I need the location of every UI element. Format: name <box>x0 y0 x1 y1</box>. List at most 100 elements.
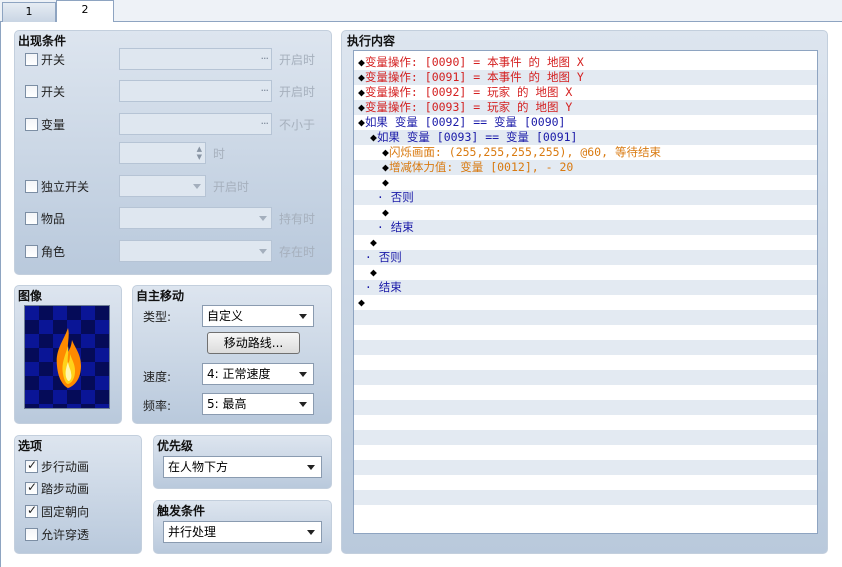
command-line[interactable] <box>354 370 817 385</box>
checkbox-box[interactable] <box>25 503 38 518</box>
tab-page-2[interactable]: 2 <box>56 0 114 23</box>
command-line[interactable]: ◆增减体力值: 变量 [0012], - 20 <box>354 160 817 175</box>
checkbox-box[interactable] <box>25 527 38 541</box>
tab-page-1[interactable]: 1 <box>2 2 56 22</box>
command-line[interactable] <box>354 325 817 340</box>
command-line[interactable] <box>354 415 817 430</box>
command-line[interactable]: ◆ <box>354 265 817 280</box>
command-line[interactable]: ◆ <box>354 205 817 220</box>
command-line[interactable]: ◆变量操作: [0091] = 本事件 的 地图 Y <box>354 70 817 85</box>
command-line[interactable] <box>354 340 817 355</box>
self-switch-select[interactable] <box>119 175 206 197</box>
command-line[interactable]: · 否则 <box>354 190 817 205</box>
move-frequency-label: 频率: <box>143 399 172 413</box>
command-line[interactable]: ◆ <box>354 175 817 190</box>
self-switch-checkbox[interactable]: 独立开关 <box>25 175 89 197</box>
move-speed-value: 4: 正常速度 <box>207 367 271 381</box>
option-step-anim[interactable]: 踏步动画 <box>25 477 89 499</box>
command-line[interactable]: ◆闪烁画面: (255,255,255,255), @60, 等待结束 <box>354 145 817 160</box>
switch2-label: 开关 <box>41 84 66 99</box>
tab-label: 2 <box>81 3 89 16</box>
variable-value-spinner[interactable]: ▲ ▼ <box>119 142 206 164</box>
move-type-label: 类型: <box>143 310 172 324</box>
command-diamond-icon: ◆ <box>370 235 377 249</box>
command-diamond-icon: ◆ <box>358 55 365 69</box>
contents-title: 执行内容 <box>347 34 396 48</box>
event-command-list[interactable]: ◆变量操作: [0090] = 本事件 的 地图 X ◆变量操作: [0091] … <box>353 50 818 534</box>
actor-checkbox[interactable]: 角色 <box>25 240 65 262</box>
ellipsis-icon: ··· <box>260 52 269 65</box>
trigger-select[interactable]: 并行处理 <box>163 521 322 543</box>
command-line[interactable] <box>354 445 817 460</box>
option-label: 允许穿透 <box>41 527 90 542</box>
command-line[interactable] <box>354 400 817 415</box>
command-text: 否则 <box>390 190 414 204</box>
command-line[interactable] <box>354 475 817 490</box>
command-line[interactable] <box>354 385 817 400</box>
command-diamond-icon: ◆ <box>382 145 389 159</box>
priority-title: 优先级 <box>157 439 194 453</box>
move-speed-select[interactable]: 4: 正常速度 <box>202 363 314 385</box>
conditions-title: 出现条件 <box>18 34 67 48</box>
move-type-select[interactable]: 自定义 <box>202 305 314 327</box>
options-title: 选项 <box>18 439 43 453</box>
switch2-hint: 开启时 <box>279 85 316 99</box>
checkbox-box[interactable] <box>25 480 38 495</box>
checkbox-box[interactable] <box>25 117 38 131</box>
checkbox-box[interactable] <box>25 84 38 98</box>
checkbox-box[interactable] <box>25 52 38 66</box>
chevron-down-icon <box>299 314 307 319</box>
actor-select[interactable] <box>119 240 272 262</box>
branch-dot-icon: · <box>358 250 379 264</box>
command-line[interactable]: ◆变量操作: [0090] = 本事件 的 地图 X <box>354 55 817 70</box>
checkbox-box[interactable] <box>25 211 38 225</box>
switch2-field[interactable]: ··· <box>119 80 272 102</box>
actor-hint: 存在时 <box>279 245 316 259</box>
variable-checkbox[interactable]: 变量 <box>25 113 65 135</box>
command-line[interactable]: · 结束 <box>354 280 817 295</box>
ellipsis-icon: ··· <box>260 117 269 130</box>
command-diamond-icon: ◆ <box>382 205 389 219</box>
command-text: 如果 变量 [0093] == 变量 [0091] <box>376 130 578 144</box>
move-frequency-value: 5: 最高 <box>207 397 247 411</box>
command-text: 变量操作: [0093] = 玩家 的 地图 Y <box>364 100 573 114</box>
move-route-button[interactable]: 移动路线... <box>207 332 300 354</box>
switch2-checkbox[interactable]: 开关 <box>25 80 65 102</box>
command-line[interactable]: ◆如果 变量 [0093] == 变量 [0091] <box>354 130 817 145</box>
option-walk-anim[interactable]: 步行动画 <box>25 455 89 477</box>
option-label: 步行动画 <box>41 459 90 474</box>
move-frequency-select[interactable]: 5: 最高 <box>202 393 314 415</box>
chevron-down-icon <box>193 184 201 189</box>
command-text: 闪烁画面: (255,255,255,255), @60, 等待结束 <box>388 145 661 159</box>
checkbox-box[interactable] <box>25 179 38 193</box>
option-direction-fix[interactable]: 固定朝向 <box>25 500 89 522</box>
image-title: 图像 <box>18 289 43 303</box>
command-line[interactable] <box>354 460 817 475</box>
spinner-arrows-icon[interactable]: ▲ ▼ <box>197 145 202 161</box>
checkbox-box[interactable] <box>25 458 38 473</box>
item-checkbox[interactable]: 物品 <box>25 207 65 229</box>
command-line[interactable] <box>354 310 817 325</box>
chevron-down-icon <box>307 530 315 535</box>
command-line[interactable] <box>354 490 817 505</box>
command-line[interactable] <box>354 355 817 370</box>
priority-select[interactable]: 在人物下方 <box>163 456 322 478</box>
event-graphic-preview[interactable] <box>24 305 110 409</box>
command-line[interactable]: ◆变量操作: [0093] = 玩家 的 地图 Y <box>354 100 817 115</box>
variable-field[interactable]: ··· <box>119 113 272 135</box>
command-line[interactable]: ◆变量操作: [0092] = 玩家 的 地图 X <box>354 85 817 100</box>
command-line[interactable]: · 结束 <box>354 220 817 235</box>
item-select[interactable] <box>119 207 272 229</box>
switch1-field[interactable]: ··· <box>119 48 272 70</box>
command-line[interactable] <box>354 505 817 520</box>
checkbox-box[interactable] <box>25 244 38 258</box>
switch1-checkbox[interactable]: 开关 <box>25 48 65 70</box>
command-line[interactable]: ◆如果 变量 [0092] == 变量 [0090] <box>354 115 817 130</box>
chevron-down-icon <box>259 216 267 221</box>
command-line[interactable]: · 否则 <box>354 250 817 265</box>
option-through[interactable]: 允许穿透 <box>25 523 89 545</box>
command-line[interactable]: ◆ <box>354 295 817 310</box>
command-diamond-icon: ◆ <box>358 295 365 309</box>
command-line[interactable] <box>354 430 817 445</box>
command-line[interactable]: ◆ <box>354 235 817 250</box>
